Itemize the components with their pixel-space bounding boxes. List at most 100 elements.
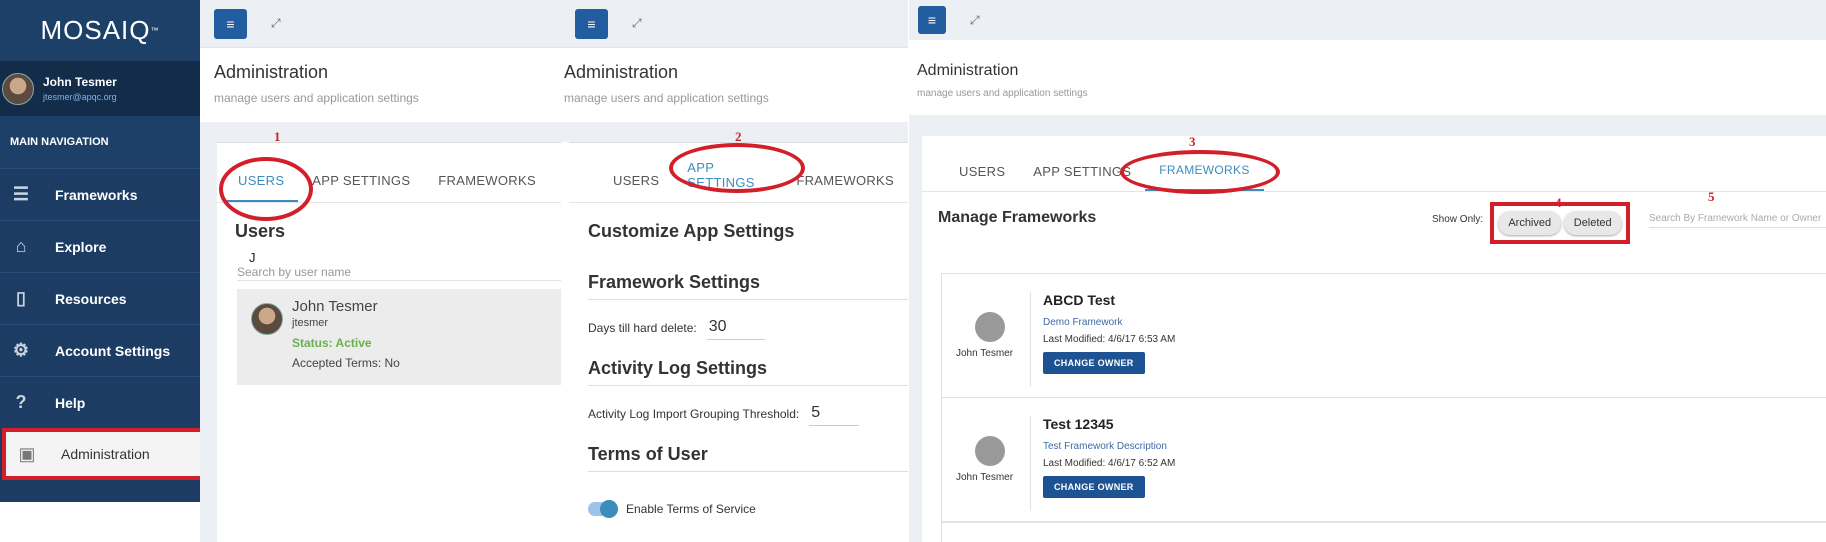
app-settings-panel: ≡ ⤢ Administration manage users and appl…: [561, 0, 908, 542]
framework-settings-heading: Framework Settings: [588, 272, 761, 292]
annotation-5: 5: [1708, 189, 1715, 204]
resources-icon: ▯: [16, 288, 26, 308]
avatar: [2, 72, 34, 105]
sidebar-item-administration[interactable]: ▣ Administration: [2, 428, 210, 480]
framework-description: Test Framework Description: [1043, 441, 1167, 452]
days-label: Days till hard delete:: [588, 321, 697, 335]
annotation-circle: [1120, 150, 1281, 194]
sidebar-item-label: Administration: [61, 446, 150, 462]
tab-app-settings[interactable]: APP SETTINGS: [298, 173, 424, 202]
user-search-input[interactable]: J Search by user name: [237, 250, 561, 281]
explore-icon: ⌂: [15, 236, 27, 256]
brand-name: MOSAIQ: [40, 15, 151, 45]
help-icon: ?: [15, 392, 27, 412]
user-search-placeholder: Search by user name: [237, 265, 352, 279]
users-panel: ≡ ⤢ Administration manage users and appl…: [200, 0, 561, 542]
page-title: Administration: [214, 62, 329, 82]
page-subtitle: manage users and application settings: [214, 91, 419, 105]
user-name: John Tesmer: [43, 75, 117, 89]
framework-card[interactable]: John Tesmer ABCD Test Demo Framework Las…: [941, 273, 1826, 398]
expand-icon[interactable]: ⤢: [970, 13, 980, 28]
user-search-value: J: [249, 250, 256, 265]
sidebar-item-explore[interactable]: ⌂ Explore: [0, 220, 200, 272]
frameworks-box: 3 USERS APP SETTINGS FRAMEWORKS Manage F…: [922, 134, 1826, 542]
sidebar-item-frameworks[interactable]: ☰ Frameworks: [0, 168, 200, 220]
threshold-input[interactable]: 5: [809, 402, 860, 426]
annotation-circle: [669, 143, 806, 193]
sidebar: MOSAIQ ™ John Tesmer jtesmer@apqc.org MAI…: [0, 0, 210, 502]
user-result-username: jtesmer: [292, 317, 329, 329]
framework-description: Demo Framework: [1043, 317, 1123, 328]
page-title: Administration: [564, 62, 679, 82]
user-email: jtesmer@apqc.org: [43, 92, 117, 102]
status-badge: Status: Active: [292, 336, 372, 350]
expand-icon[interactable]: ⤢: [632, 16, 642, 31]
avatar: [975, 436, 1005, 466]
framework-search-input[interactable]: Search By Framework Name or Owner: [1649, 213, 1826, 228]
framework-owner: John Tesmer: [956, 348, 1014, 359]
sidebar-item-resources[interactable]: ▯ Resources: [0, 272, 200, 324]
terms-toggle[interactable]: [588, 500, 618, 518]
show-only-label: Show Only:: [1432, 214, 1484, 225]
archived-filter-button[interactable]: Archived: [1498, 211, 1562, 235]
terms-toggle-label: Enable Terms of Service: [626, 502, 756, 516]
sidebar-item-account-settings[interactable]: ⚙ Account Settings: [0, 324, 200, 376]
tab-frameworks[interactable]: FRAMEWORKS: [782, 173, 908, 202]
change-owner-button[interactable]: CHANGE OWNER: [1043, 476, 1145, 498]
framework-title[interactable]: ABCD Test: [1043, 292, 1175, 308]
user-result-terms: Accepted Terms: No: [292, 356, 400, 370]
sidebar-item-help[interactable]: ? Help: [0, 376, 200, 428]
change-owner-button[interactable]: CHANGE OWNER: [1043, 352, 1145, 374]
filter-group: Archived Deleted: [1490, 202, 1630, 244]
user-list-item[interactable]: John Tesmer jtesmer Status: Active Accep…: [237, 289, 561, 385]
annotation-1: 1: [274, 129, 281, 144]
framework-title[interactable]: Test 12345: [1043, 416, 1175, 432]
page-subtitle: manage users and application settings: [917, 88, 1088, 99]
tab-frameworks[interactable]: FRAMEWORKS: [424, 173, 550, 202]
sidebar-item-label: Resources: [55, 290, 127, 307]
page-subtitle: manage users and application settings: [564, 91, 769, 105]
menu-toggle-button[interactable]: ≡: [214, 8, 247, 39]
admin-icon: ▣: [18, 443, 36, 464]
sidebar-item-label: Frameworks: [55, 186, 138, 203]
app-settings-box: 2 USERS APP SETTINGS FRAMEWORKS Customiz…: [569, 129, 908, 542]
users-heading: Users: [235, 221, 286, 241]
menu-toggle-button[interactable]: ≡: [575, 8, 608, 39]
framework-card-partial[interactable]: [941, 522, 1826, 542]
tab-users[interactable]: USERS: [599, 173, 673, 202]
framework-owner: John Tesmer: [956, 472, 1014, 483]
tab-users[interactable]: USERS: [219, 157, 313, 221]
users-box: 1 USERS APP SETTINGS FRAMEWORKS Users J …: [217, 129, 561, 542]
framework-modified: Last Modified: 4/6/17 6:52 AM: [1043, 458, 1176, 469]
user-panel: John Tesmer jtesmer@apqc.org: [0, 61, 200, 116]
sidebar-item-label: Account Settings: [55, 342, 171, 359]
annotation-circle: [219, 157, 313, 221]
sidebar-item-label: Help: [55, 394, 86, 411]
frameworks-icon: ☰: [12, 184, 30, 204]
avatar: [975, 312, 1005, 342]
sidebar-item-label: Explore: [55, 238, 107, 255]
user-result-name: John Tesmer: [292, 298, 378, 315]
expand-icon[interactable]: ⤢: [271, 16, 281, 31]
avatar: [251, 303, 283, 335]
customize-heading: Customize App Settings: [588, 221, 795, 241]
tab-frameworks[interactable]: FRAMEWORKS: [1120, 150, 1281, 194]
annotation-3: 3: [1189, 134, 1196, 149]
framework-modified: Last Modified: 4/6/17 6:53 AM: [1043, 334, 1176, 345]
deleted-filter-button[interactable]: Deleted: [1563, 211, 1622, 235]
days-input[interactable]: 30: [706, 316, 765, 340]
page-title: Administration: [917, 62, 1019, 79]
threshold-label: Activity Log Import Grouping Threshold:: [588, 407, 800, 421]
framework-card[interactable]: John Tesmer Test 12345 Test Framework De…: [941, 397, 1826, 522]
menu-toggle-button[interactable]: ≡: [918, 6, 946, 34]
activity-log-heading: Activity Log Settings: [588, 358, 768, 378]
brand-logo[interactable]: MOSAIQ ™: [0, 0, 200, 61]
terms-heading: Terms of User: [588, 444, 708, 464]
manage-frameworks-heading: Manage Frameworks: [938, 209, 1097, 226]
brand-tm: ™: [150, 26, 160, 35]
frameworks-panel: ≡ ⤢ Administration manage users and appl…: [909, 0, 1826, 542]
tab-users[interactable]: USERS: [945, 164, 1019, 191]
gear-icon: ⚙: [12, 340, 30, 360]
tab-app-settings[interactable]: APP SETTINGS: [669, 143, 806, 202]
nav-header: MAIN NAVIGATION: [0, 116, 200, 168]
